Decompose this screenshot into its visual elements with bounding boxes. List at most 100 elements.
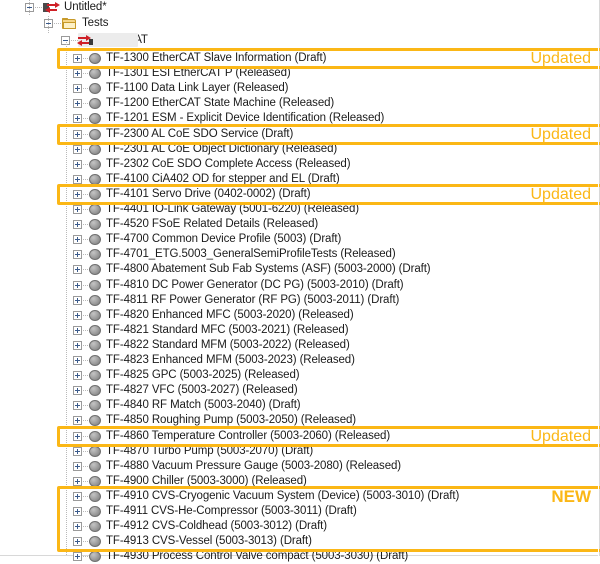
tree-item-label: TF-2301 AL CoE Object Dictionary (Releas… [106, 142, 338, 155]
expander-icon[interactable] [73, 235, 82, 245]
tree-item-row[interactable]: TF-4827 VFC (5003-2027) (Released) [0, 383, 298, 398]
tree-item-row[interactable]: TF-1201 ESM - Explicit Device Identifica… [0, 111, 384, 126]
tree-item-row[interactable]: TF-4850 Roughing Pump (5003-2050) (Relea… [0, 413, 356, 428]
test-node-icon [89, 68, 101, 80]
test-node-icon [89, 188, 101, 200]
annotation-label: Updated [530, 125, 592, 143]
expander-icon[interactable] [73, 446, 82, 456]
expander-icon[interactable] [73, 159, 82, 169]
expander-icon[interactable] [73, 537, 82, 547]
tree-item-row[interactable]: TF-4810 DC Power Generator (DC PG) (5003… [0, 278, 404, 293]
tree-item-row[interactable]: TF-1200 EtherCAT State Machine (Released… [0, 96, 334, 111]
expander-icon[interactable] [73, 431, 82, 441]
test-node-icon [89, 173, 101, 185]
expander-icon[interactable] [73, 220, 82, 230]
tree-item-row[interactable]: TF-2300 AL CoE SDO Service (Draft) [0, 127, 293, 142]
expander-icon[interactable] [73, 174, 82, 184]
tree-item-label: TF-1200 EtherCAT State Machine (Released… [106, 97, 335, 110]
tree-node-tests-label: Tests [82, 17, 109, 29]
expander-icon[interactable] [73, 295, 82, 305]
expander-icon[interactable] [73, 54, 82, 63]
tree-item-row[interactable]: TF-4825 GPC (5003-2025) (Released) [0, 368, 300, 383]
expander-icon[interactable] [73, 189, 82, 199]
test-node-icon [89, 219, 101, 231]
test-node-icon [89, 445, 101, 457]
tree-item-row[interactable]: TF-4823 Enhanced MFM (5003-2023) (Releas… [0, 353, 355, 368]
tree-item-row[interactable]: TF-4821 Standard MFC (5003-2021) (Releas… [0, 323, 349, 338]
tree-item-row[interactable]: TF-1301 ESI EtherCAT P (Released) [0, 66, 291, 81]
expander-icon[interactable] [73, 84, 82, 94]
tree-item-row[interactable]: TF-4910 CVS-Cryogenic Vacuum System (Dev… [0, 489, 459, 504]
tree-item-row[interactable]: TF-4912 CVS-Coldhead (5003-3012) (Draft) [0, 519, 327, 534]
connector-line [35, 7, 43, 8]
tree-item-label: TF-4700 Common Device Profile (5003) (Dr… [106, 233, 342, 246]
expander-icon[interactable] [73, 416, 82, 426]
tree-item-row[interactable]: TF-4101 Servo Drive (0402-0002) (Draft) [0, 187, 311, 202]
connector-line [54, 23, 62, 24]
tree-item-row[interactable]: TF-4520 FSoE Related Details (Released) [0, 217, 318, 232]
tree-item-row[interactable]: TF-4860 Temperature Controller (5003-206… [0, 429, 390, 444]
tree-item-row[interactable]: TF-1100 Data Link Layer (Released) [0, 81, 289, 96]
expander-icon[interactable] [73, 69, 82, 79]
test-node-icon [89, 98, 101, 110]
test-node-icon [89, 279, 101, 291]
expander-icon[interactable] [73, 280, 82, 290]
expander-icon[interactable] [73, 386, 82, 396]
tree-item-row[interactable]: TF-4911 CVS-He-Compressor (5003-3011) (D… [0, 504, 357, 519]
tree-item-label: TF-4880 Vacuum Pressure Gauge (5003-2080… [106, 459, 402, 472]
panel-edge [598, 0, 599, 556]
tree-item-row[interactable]: TF-4800 Abatement Sub Fab Systems (ASF) … [0, 262, 431, 277]
tree-item-label: TF-1300 EtherCAT Slave Information (Draf… [106, 52, 327, 64]
expander-icon[interactable] [73, 461, 82, 471]
expander-icon[interactable] [73, 356, 82, 365]
expander-icon[interactable] [73, 250, 82, 260]
tree-item-label: TF-4820 Enhanced MFC (5003-2020) (Releas… [106, 308, 354, 321]
expander-icon[interactable] [73, 114, 82, 124]
test-node-icon [89, 128, 101, 140]
test-node-icon [89, 430, 101, 442]
test-node-icon [89, 506, 101, 517]
test-node-icon [89, 490, 101, 502]
tree-item-row[interactable]: TF-4913 CVS-Vessel (5003-3013) (Draft) [0, 534, 312, 549]
tree-item-row[interactable]: TF-2302 CoE SDO Complete Access (Release… [0, 157, 351, 172]
tree-node-tests[interactable]: Tests [0, 0, 109, 31]
tree-item-row[interactable]: TF-4820 Enhanced MFC (5003-2020) (Releas… [0, 308, 354, 323]
tree-item-label: TF-4401 IO-Link Gateway (5001-6220) (Rel… [106, 203, 359, 215]
expander-icon[interactable] [73, 401, 82, 411]
tree-item-row[interactable]: TF-4811 RF Power Generator (RF PG) (5003… [0, 293, 399, 308]
expander-icon[interactable] [73, 507, 82, 516]
tree-node-root[interactable]: Untitled* [0, 0, 107, 15]
tree-item-row[interactable]: TF-4840 RF Match (5003-2040) (Draft) [0, 398, 301, 413]
tree-item-row[interactable]: TF-4100 CiA402 OD for stepper and EL (Dr… [0, 172, 340, 187]
expander-icon[interactable] [73, 144, 82, 154]
tree-item-row[interactable]: TF-4822 Standard MFM (5003-2022) (Releas… [0, 338, 350, 353]
expander-icon[interactable] [73, 310, 82, 320]
ethercat-document-icon [43, 2, 60, 14]
test-node-icon [89, 551, 101, 563]
tree-item-row[interactable]: TF-2301 AL CoE Object Dictionary (Releas… [0, 142, 337, 157]
tree-item-row[interactable]: TF-4700 Common Device Profile (5003) (Dr… [0, 232, 341, 247]
tree-item-row[interactable]: TF-4900 Chiller (5003-3000) (Released) [0, 474, 307, 489]
expander-icon[interactable] [73, 129, 82, 139]
expander-icon[interactable] [73, 205, 82, 214]
tree-item-label: TF-4913 CVS-Vessel (5003-3013) (Draft) [106, 535, 312, 548]
expander-icon[interactable] [73, 265, 82, 275]
expander-icon[interactable] [73, 552, 82, 562]
tree-item-row[interactable]: TF-4930 Process Control Valve compact (5… [0, 549, 408, 564]
expander-icon[interactable] [73, 476, 82, 486]
tree-item-row[interactable]: TF-4870 Turbo Pump (5003-2070) (Draft) [0, 444, 313, 459]
expander-icon[interactable] [73, 371, 82, 381]
tree-item-row[interactable]: TF-4880 Vacuum Pressure Gauge (5003-2080… [0, 459, 401, 474]
expander-icon[interactable] [73, 340, 82, 350]
test-node-icon [89, 339, 101, 351]
annotation-label: Updated [530, 50, 592, 67]
tree-node-ethercat[interactable]: EtherCAT [0, 16, 148, 48]
expander-icon[interactable] [73, 491, 82, 501]
tree-item-row[interactable]: TF-1300 EtherCAT Slave Information (Draf… [0, 51, 326, 66]
tree-item-label: TF-4701_ETG.5003_GeneralSemiProfileTests… [106, 248, 396, 261]
tree-item-row[interactable]: TF-4401 IO-Link Gateway (5001-6220) (Rel… [0, 202, 359, 217]
expander-icon[interactable] [73, 522, 82, 532]
expander-icon[interactable] [73, 99, 82, 109]
expander-icon[interactable] [73, 325, 82, 335]
tree-item-row[interactable]: TF-4701_ETG.5003_GeneralSemiProfileTests… [0, 247, 396, 262]
